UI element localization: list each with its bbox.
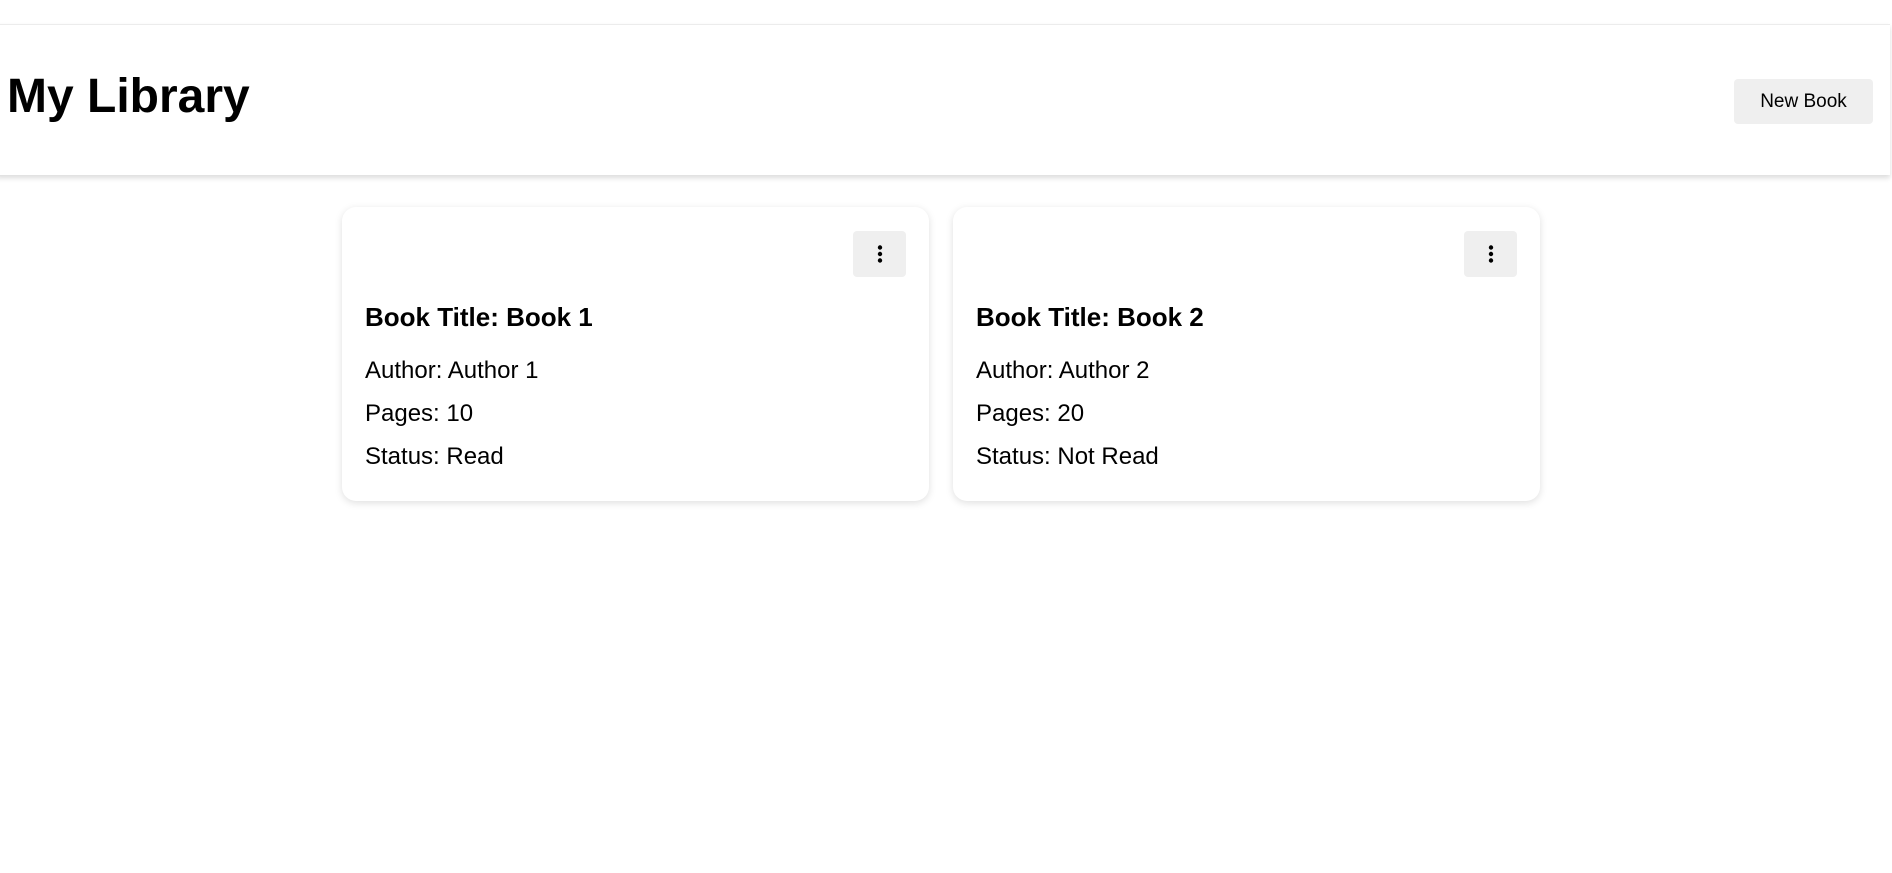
book-status: Status: Read <box>365 443 504 470</box>
book-menu-button[interactable] <box>1464 231 1517 277</box>
new-book-button[interactable]: New Book <box>1734 79 1873 124</box>
book-status: Status: Not Read <box>976 443 1159 470</box>
app-header: My Library New Book <box>0 24 1890 175</box>
library-page: My Library New Book Book Title: Book 1 A… <box>0 0 1892 873</box>
book-title: Book Title: Book 1 <box>365 302 593 332</box>
book-author: Author: Author 2 <box>976 357 1150 384</box>
book-title: Book Title: Book 2 <box>976 302 1204 332</box>
book-author: Author: Author 1 <box>365 357 539 384</box>
book-pages: Pages: 20 <box>976 400 1085 427</box>
more-vertical-icon <box>877 245 882 263</box>
page-title: My Library <box>7 70 250 123</box>
more-vertical-icon <box>1488 245 1493 263</box>
book-card: Book Title: Book 1 Author: Author 1 Page… <box>342 207 929 501</box>
book-pages: Pages: 10 <box>365 400 474 427</box>
book-menu-button[interactable] <box>853 231 906 277</box>
book-card: Book Title: Book 2 Author: Author 2 Page… <box>953 207 1540 501</box>
